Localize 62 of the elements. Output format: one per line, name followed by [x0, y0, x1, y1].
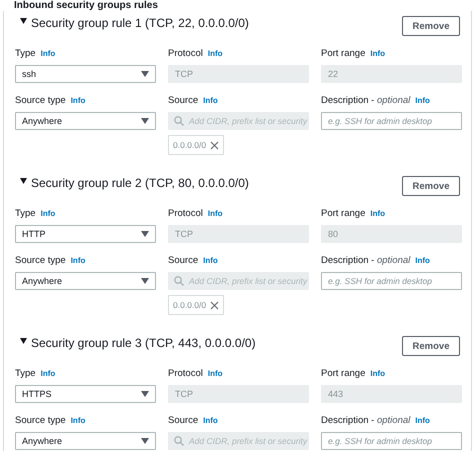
dropdown-arrow-icon — [141, 231, 149, 237]
search-icon — [174, 436, 184, 446]
field-label: Port range — [321, 208, 366, 219]
input-field[interactable]: e.g. SSH for admin desktop — [321, 272, 462, 290]
field-label: Type — [15, 48, 36, 59]
field-label: Description - optional — [321, 255, 410, 266]
field-label: Description - optional — [321, 415, 410, 426]
rule-title[interactable]: Security group rule 1 (TCP, 22, 0.0.0.0/0) — [31, 16, 249, 30]
remove-button[interactable]: Remove — [402, 16, 460, 36]
field-label: Description - optional — [321, 95, 410, 106]
field-label: Source type — [15, 255, 66, 266]
field-label: Type — [15, 368, 36, 379]
info-link[interactable]: Info — [70, 416, 86, 425]
field-label: Type — [15, 208, 36, 219]
dropdown-arrow-icon — [141, 71, 149, 77]
input-field[interactable]: e.g. SSH for admin desktop — [321, 112, 462, 130]
remove-button[interactable]: Remove — [402, 176, 460, 196]
select-field[interactable]: HTTP — [15, 225, 156, 243]
dropdown-arrow-icon — [141, 438, 149, 444]
info-link[interactable]: Info — [40, 369, 56, 378]
dropdown-arrow-icon — [141, 391, 149, 397]
input-field: 443 — [321, 385, 462, 403]
close-icon[interactable] — [210, 300, 220, 310]
field-label: Protocol — [168, 208, 203, 219]
info-link[interactable]: Info — [40, 209, 56, 218]
field-label: Port range — [321, 48, 366, 59]
info-link[interactable]: Info — [415, 416, 430, 425]
select-field[interactable]: Anywhere — [15, 432, 156, 450]
dropdown-arrow-icon — [141, 118, 149, 124]
input-field: TCP — [168, 225, 309, 243]
select-field[interactable]: Anywhere — [15, 272, 156, 290]
token-chip: 0.0.0.0/0 — [168, 135, 224, 155]
select-field[interactable]: Anywhere — [15, 112, 156, 130]
remove-button[interactable]: Remove — [402, 336, 460, 356]
search-icon — [174, 116, 184, 126]
field-label: Port range — [321, 368, 366, 379]
rule-title[interactable]: Security group rule 3 (TCP, 443, 0.0.0.0/0) — [31, 336, 256, 350]
select-field[interactable]: ssh — [15, 65, 156, 83]
input-field: 22 — [321, 65, 462, 83]
field-label: Source — [168, 255, 198, 266]
field-label: Source — [168, 415, 198, 426]
field-label: Source — [168, 95, 198, 106]
token-chip: 0.0.0.0/0 — [168, 295, 224, 315]
field-label: Protocol — [168, 48, 203, 59]
field-label: Protocol — [168, 368, 203, 379]
input-field: 80 — [321, 225, 462, 243]
input-field[interactable]: e.g. SSH for admin desktop — [321, 432, 462, 450]
search-icon — [174, 276, 184, 286]
field-label: Source type — [15, 95, 66, 106]
section-title: Inbound security groups rules — [13, 0, 159, 11]
input-field: TCP — [168, 385, 309, 403]
info-link[interactable]: Info — [70, 256, 86, 265]
info-link[interactable]: Info — [70, 96, 86, 105]
info-link[interactable]: Info — [415, 96, 430, 105]
rule-title[interactable]: Security group rule 2 (TCP, 80, 0.0.0.0/0) — [31, 176, 249, 190]
select-field[interactable]: HTTPS — [15, 385, 156, 403]
dropdown-arrow-icon — [141, 278, 149, 284]
info-link[interactable]: Info — [40, 49, 56, 58]
input-field: TCP — [168, 65, 309, 83]
field-label: Source type — [15, 415, 66, 426]
info-link[interactable]: Info — [415, 256, 430, 265]
close-icon[interactable] — [210, 140, 220, 150]
